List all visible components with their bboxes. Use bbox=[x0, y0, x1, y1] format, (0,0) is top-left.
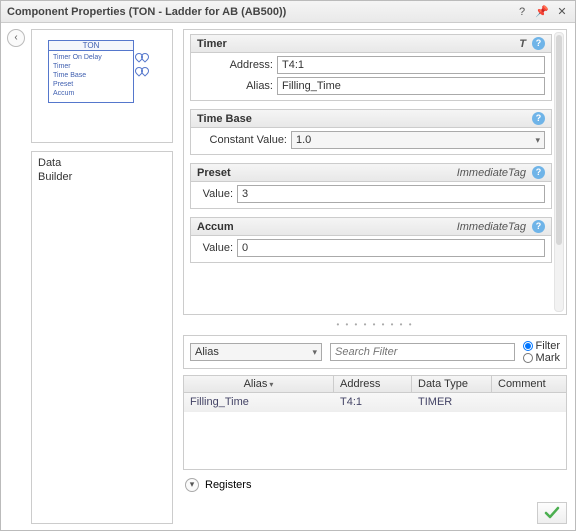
preset-value-input[interactable] bbox=[237, 185, 545, 203]
group-timebase: Time Base ? Constant Value: 1.0 ▾ bbox=[190, 109, 552, 155]
chevron-down-icon: ▾ bbox=[535, 135, 540, 146]
accum-value-label: Value: bbox=[197, 242, 235, 254]
sort-desc-icon: ▾ bbox=[269, 380, 273, 389]
search-input[interactable] bbox=[330, 343, 515, 361]
radio-mark[interactable]: Mark bbox=[523, 352, 560, 364]
address-input[interactable] bbox=[277, 56, 545, 74]
col-comment[interactable]: Comment bbox=[492, 376, 566, 392]
thumb-head: TON bbox=[49, 41, 133, 51]
preset-value-label: Value: bbox=[197, 188, 235, 200]
alias-input[interactable] bbox=[277, 77, 545, 95]
grid-header: Alias▾ Address Data Type Comment bbox=[184, 376, 566, 393]
scrollbar[interactable] bbox=[554, 32, 564, 312]
radio-filter[interactable]: Filter bbox=[523, 340, 560, 352]
group-preset: Preset ImmediateTag ? Value: bbox=[190, 163, 552, 209]
group-timer: Timer T ? Address: Alias: bbox=[190, 34, 552, 101]
check-icon bbox=[544, 505, 560, 521]
help-icon[interactable]: ? bbox=[532, 112, 545, 125]
constant-label: Constant Value: bbox=[197, 134, 289, 146]
close-icon[interactable]: ✕ bbox=[555, 5, 569, 19]
port-icon bbox=[135, 67, 151, 75]
confirm-button[interactable] bbox=[537, 502, 567, 524]
col-alias[interactable]: Alias▾ bbox=[184, 376, 334, 392]
address-label: Address: bbox=[197, 59, 275, 71]
properties-scroll: Timer T ? Address: Alias: bbox=[183, 29, 567, 315]
chevron-down-icon: ▾ bbox=[312, 347, 317, 358]
accum-value-input[interactable] bbox=[237, 239, 545, 257]
tree-item-data[interactable]: Data bbox=[38, 156, 166, 170]
title-bar: Component Properties (TON - Ladder for A… bbox=[1, 1, 575, 23]
group-accum: Accum ImmediateTag ? Value: bbox=[190, 217, 552, 263]
help-icon[interactable]: ? bbox=[515, 5, 529, 19]
back-button[interactable]: ‹ bbox=[7, 29, 25, 47]
table-row[interactable]: Filling_Time T4:1 TIMER bbox=[184, 393, 566, 412]
tree-item-builder[interactable]: Builder bbox=[38, 170, 166, 184]
help-icon[interactable]: ? bbox=[532, 220, 545, 233]
expand-registers-button[interactable]: ▾ bbox=[185, 478, 199, 492]
help-icon[interactable]: ? bbox=[532, 37, 545, 50]
alias-grid: Alias▾ Address Data Type Comment Filling… bbox=[183, 375, 567, 470]
window-title: Component Properties (TON - Ladder for A… bbox=[7, 6, 509, 18]
splitter-icon[interactable]: • • • • • • • • • bbox=[183, 321, 567, 329]
port-icon bbox=[135, 53, 151, 61]
col-address[interactable]: Address bbox=[334, 376, 412, 392]
left-tree[interactable]: Data Builder bbox=[31, 151, 173, 524]
component-thumbnail: TON Timer On Delay Timer Time Base Prese… bbox=[31, 29, 173, 143]
col-datatype[interactable]: Data Type bbox=[412, 376, 492, 392]
alias-label: Alias: bbox=[197, 80, 275, 92]
registers-label[interactable]: Registers bbox=[205, 479, 251, 491]
pin-icon[interactable]: 📌 bbox=[535, 5, 549, 19]
filter-mode-select[interactable]: Alias ▾ bbox=[190, 343, 322, 361]
constant-value-select[interactable]: 1.0 ▾ bbox=[291, 131, 545, 149]
filter-bar: Alias ▾ Filter Mark bbox=[183, 335, 567, 369]
help-icon[interactable]: ? bbox=[532, 166, 545, 179]
